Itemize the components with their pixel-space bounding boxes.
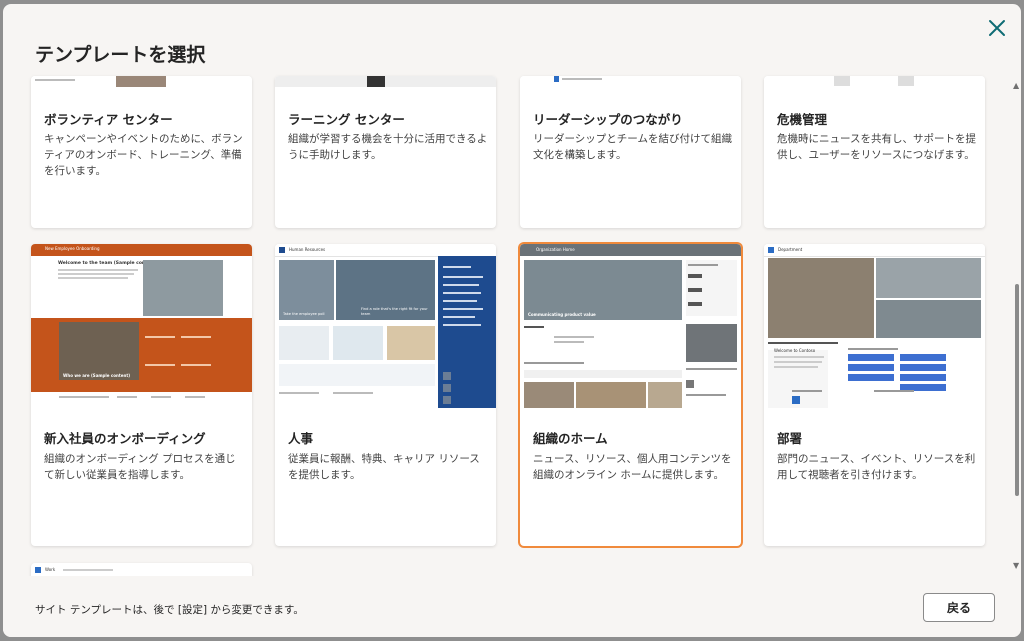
site-logo xyxy=(35,567,41,573)
scrollbar-thumb[interactable] xyxy=(1015,284,1019,496)
template-thumbnail xyxy=(764,76,985,88)
template-title: 人事 xyxy=(288,431,314,446)
template-description: 危機時にニュースを共有し、サポートを提供し、ユーザーをリソースにつなげます。 xyxy=(777,133,976,161)
template-card-volunteer[interactable]: ボランティア センター キャンペーンやイベントのために、ボランティアのオンボード… xyxy=(31,76,252,228)
template-title: リーダーシップのつながり xyxy=(533,112,683,127)
template-thumbnail: Organization Home Communicating product … xyxy=(520,244,741,408)
template-thumbnail xyxy=(520,76,741,88)
back-button[interactable]: 戻る xyxy=(923,593,995,622)
template-title: 組織のホーム xyxy=(533,431,608,446)
template-description: 従業員に報酬、特典、キャリア リソースを提供します。 xyxy=(288,453,480,481)
template-title: ボランティア センター xyxy=(44,112,173,127)
template-title: 部署 xyxy=(777,431,803,446)
template-thumbnail: Department Welcome to Contoso xyxy=(764,244,985,408)
scroll-up-arrow[interactable]: ▲ xyxy=(1013,82,1019,90)
template-card-learning[interactable]: ラーニング センター 組織が学習する機会を十分に活用できるように手助けします。 xyxy=(275,76,496,228)
vertical-scrollbar[interactable]: ▲ ▼ xyxy=(1012,82,1021,572)
template-title: 危機管理 xyxy=(777,112,828,127)
template-description: キャンペーンやイベントのために、ボランティアのオンボード、トレーニング、準備を行… xyxy=(44,133,243,177)
footer-hint-text: サイト テンプレートは、後で [設定] から変更できます。 xyxy=(35,604,304,616)
template-card-crisis[interactable]: 危機管理 危機時にニュースを共有し、サポートを提供し、ユーザーをリソースにつなげ… xyxy=(764,76,985,228)
template-thumbnail xyxy=(275,76,496,88)
scroll-down-arrow[interactable]: ▼ xyxy=(1013,562,1019,570)
template-thumbnail: New Employee Onboarding Welcome to the t… xyxy=(31,244,252,408)
template-description: 組織のオンボーディング プロセスを通じて新しい従業員を指導します。 xyxy=(44,453,236,481)
template-description: 組織が学習する機会を十分に活用できるように手助けします。 xyxy=(288,133,488,161)
site-name: Work xyxy=(45,567,56,572)
template-description: 部門のニュース、イベント、リソースを利用して視聴者を引き付けます。 xyxy=(777,453,976,481)
template-card-onboarding[interactable]: New Employee Onboarding Welcome to the t… xyxy=(31,244,252,546)
dialog-title: テンプレートを選択 xyxy=(35,44,206,66)
template-picker-dialog: テンプレートを選択 ボランティア センター キャンペーンやイベントのために、ボラ… xyxy=(3,4,1021,637)
template-description: ニュース、リソース、個人用コンテンツを組織のオンライン ホームに提供します。 xyxy=(533,453,732,481)
template-title: 新入社員のオンボーディング xyxy=(44,431,206,446)
template-title: ラーニング センター xyxy=(288,112,405,127)
template-card-work-partial[interactable]: Work xyxy=(31,563,252,577)
template-thumbnail: Human Resources Take the employee poll F… xyxy=(275,244,496,408)
template-thumbnail xyxy=(31,76,252,88)
template-card-leadership[interactable]: リーダーシップのつながり リーダーシップとチームを結び付けて組織文化を構築します… xyxy=(520,76,741,228)
template-card-org-home[interactable]: Organization Home Communicating product … xyxy=(520,244,741,546)
close-button[interactable] xyxy=(985,16,1009,40)
template-card-department[interactable]: Department Welcome to Contoso 部署 部門のニュース… xyxy=(764,244,985,546)
close-icon xyxy=(989,20,1005,36)
template-description: リーダーシップとチームを結び付けて組織文化を構築します。 xyxy=(533,133,732,161)
template-card-hr[interactable]: Human Resources Take the employee poll F… xyxy=(275,244,496,546)
